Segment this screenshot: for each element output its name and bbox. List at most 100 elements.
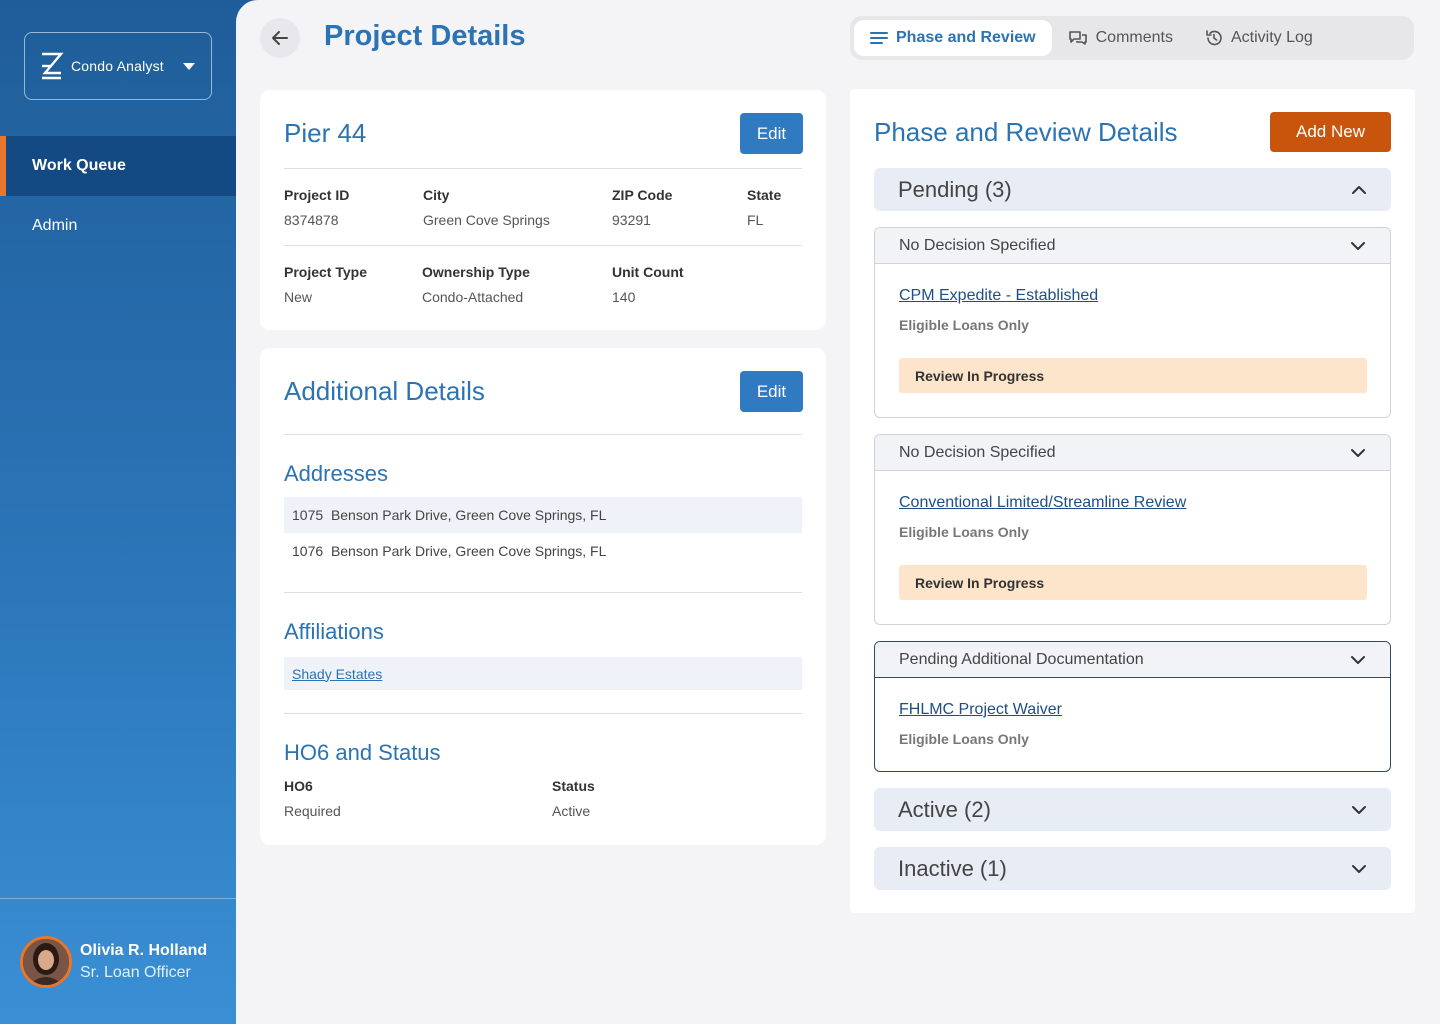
address-row: 1076 Benson Park Drive, Green Cove Sprin… — [284, 533, 802, 569]
user-role: Sr. Loan Officer — [80, 963, 191, 981]
review-item: Pending Additional Documentation FHLMC P… — [874, 641, 1391, 772]
sidebar-item-admin[interactable]: Admin — [0, 196, 236, 256]
address-number: 1076 — [292, 543, 324, 559]
sidebar-nav: Work Queue Admin — [0, 136, 236, 256]
arrow-left-icon — [272, 31, 288, 45]
divider — [284, 713, 802, 714]
additional-details-card: Additional Details Edit Addresses 1075 B… — [260, 348, 826, 845]
list-icon — [870, 32, 888, 44]
pending-label: Pending (3) — [898, 176, 1012, 202]
user-profile[interactable]: Olivia R. Holland Sr. Loan Officer — [0, 898, 236, 1024]
review-item: No Decision Specified Conventional Limit… — [874, 434, 1391, 625]
decision-label: Pending Additional Documentation — [899, 650, 1144, 668]
active-accordion-header[interactable]: Active (2) — [874, 788, 1391, 831]
eligibility-text: Eligible Loans Only — [899, 524, 1029, 540]
divider — [284, 434, 802, 435]
project-name: Pier 44 — [284, 118, 367, 148]
inactive-accordion-header[interactable]: Inactive (1) — [874, 847, 1391, 890]
status-badge: Review In Progress — [899, 358, 1367, 393]
eligibility-text: Eligible Loans Only — [899, 731, 1029, 747]
divider — [284, 592, 802, 593]
address-number: 1075 — [292, 507, 324, 523]
phase-review-card: Phase and Review Details Add New Pending… — [850, 89, 1415, 913]
unit-count-label: Unit Count — [612, 264, 684, 280]
project-card: Pier 44 Edit Project ID 8374878 City Gre… — [260, 90, 826, 330]
affiliation-link[interactable]: Shady Estates — [292, 666, 382, 682]
phase-review-title: Phase and Review Details — [874, 117, 1178, 147]
chevron-down-icon — [1351, 448, 1365, 457]
eligibility-text: Eligible Loans Only — [899, 317, 1029, 333]
user-name: Olivia R. Holland — [80, 941, 208, 959]
sidebar-item-work-queue[interactable]: Work Queue — [0, 136, 236, 196]
project-id-label: Project ID — [284, 187, 350, 203]
tab-label: Phase and Review — [896, 29, 1036, 46]
ownership-type-value: Condo-Attached — [422, 289, 524, 305]
project-type-value: New — [284, 289, 313, 305]
history-icon — [1206, 30, 1222, 46]
city-value: Green Cove Springs — [423, 212, 550, 228]
tab-label: Activity Log — [1230, 29, 1313, 46]
city-label: City — [423, 187, 450, 203]
back-button[interactable] — [260, 18, 300, 58]
comments-icon — [1068, 31, 1087, 45]
pending-accordion-header[interactable]: Pending (3) — [874, 168, 1391, 211]
address-street: Benson Park Drive, Green Cove Springs, F… — [330, 507, 607, 523]
sidebar: Condo Analyst Work Queue Admin Olivia R.… — [0, 0, 256, 1024]
affiliation-row: Shady Estates — [284, 657, 802, 690]
active-label: Active (2) — [898, 796, 991, 822]
state-value: FL — [747, 212, 764, 228]
review-item: No Decision Specified CPM Expedite - Est… — [874, 227, 1391, 418]
status-label: Status — [552, 778, 595, 794]
review-item-link[interactable]: Conventional Limited/Streamline Review — [899, 494, 1186, 512]
tab-phase-and-review[interactable]: Phase and Review — [854, 20, 1052, 56]
caret-down-icon — [183, 63, 195, 70]
chevron-down-icon — [1352, 805, 1366, 814]
tab-comments[interactable]: Comments — [1052, 20, 1189, 56]
ho6-status-title: HO6 and Status — [284, 740, 441, 765]
project-id-value: 8374878 — [284, 212, 339, 228]
edit-project-button[interactable]: Edit — [740, 113, 803, 154]
sidebar-item-label: Admin — [32, 217, 78, 234]
decision-header[interactable]: No Decision Specified — [875, 435, 1390, 471]
chevron-down-icon — [1351, 241, 1365, 250]
add-new-button[interactable]: Add New — [1270, 112, 1391, 152]
divider — [284, 245, 802, 246]
avatar — [20, 935, 72, 988]
review-item-link[interactable]: CPM Expedite - Established — [899, 287, 1098, 305]
unit-count-value: 140 — [612, 289, 636, 305]
logo-icon — [42, 52, 64, 80]
sidebar-item-label: Work Queue — [32, 157, 126, 174]
decision-header[interactable]: Pending Additional Documentation — [875, 642, 1390, 678]
edit-additional-button[interactable]: Edit — [740, 371, 803, 412]
decision-label: No Decision Specified — [899, 236, 1056, 254]
app-switcher[interactable]: Condo Analyst — [24, 32, 212, 100]
main-content: Project Details Phase and Review Comment… — [236, 0, 1440, 1024]
tab-activity-log[interactable]: Activity Log — [1189, 20, 1329, 56]
app-name: Condo Analyst — [71, 58, 164, 74]
address-row: 1075 Benson Park Drive, Green Cove Sprin… — [284, 497, 802, 533]
ho6-label: HO6 — [284, 778, 313, 794]
ho6-value: Required — [284, 803, 341, 819]
additional-details-title: Additional Details — [284, 376, 485, 406]
inactive-label: Inactive (1) — [898, 855, 1007, 881]
decision-label: No Decision Specified — [899, 443, 1056, 461]
chevron-up-icon — [1352, 185, 1366, 194]
state-label: State — [747, 187, 782, 203]
status-value: Active — [552, 803, 591, 819]
address-street: Benson Park Drive, Green Cove Springs, F… — [330, 543, 607, 559]
status-badge: Review In Progress — [899, 565, 1367, 600]
chevron-down-icon — [1352, 864, 1366, 873]
affiliations-title: Affiliations — [284, 619, 384, 644]
zip-value: 93291 — [612, 212, 651, 228]
zip-label: ZIP Code — [612, 187, 673, 203]
tab-label: Comments — [1095, 29, 1173, 46]
divider — [284, 168, 802, 169]
addresses-title: Addresses — [284, 461, 388, 486]
decision-header[interactable]: No Decision Specified — [875, 228, 1390, 264]
ownership-type-label: Ownership Type — [422, 264, 530, 280]
project-type-label: Project Type — [284, 264, 367, 280]
page-title: Project Details — [324, 20, 526, 52]
tab-bar: Phase and Review Comments Activity Log — [850, 16, 1414, 60]
review-item-link[interactable]: FHLMC Project Waiver — [899, 701, 1062, 719]
chevron-down-icon — [1351, 655, 1365, 664]
